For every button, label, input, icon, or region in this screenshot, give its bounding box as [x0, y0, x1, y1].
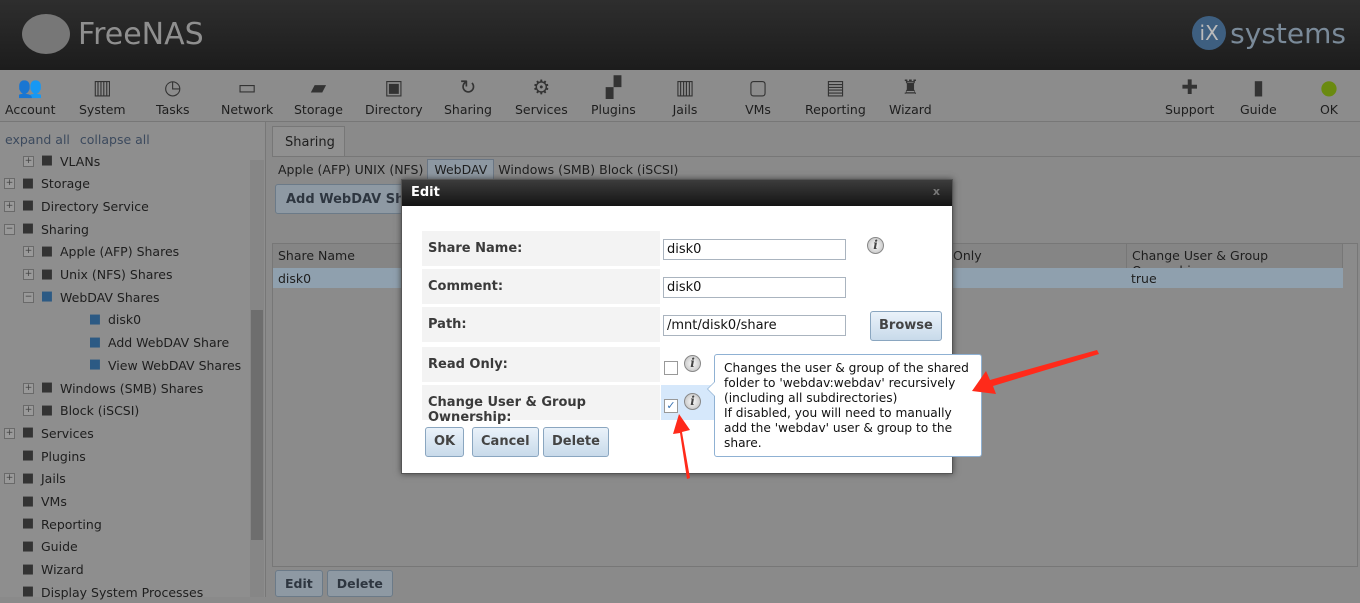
- annotation-arrows: [673, 350, 1099, 479]
- red-arrow-up: [673, 414, 690, 479]
- red-arrow-right: [972, 350, 1099, 394]
